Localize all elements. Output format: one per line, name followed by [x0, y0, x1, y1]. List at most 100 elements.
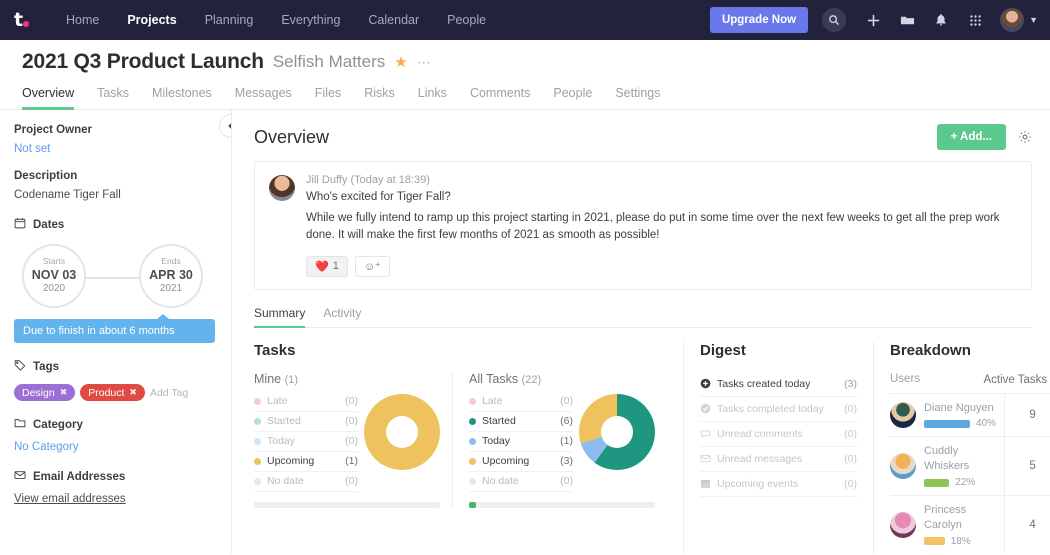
envelope-icon — [700, 453, 711, 464]
sidebar-section-dates: Dates Starts NOV 03 2020 Ends APR 30 202… — [14, 216, 215, 343]
table-row[interactable]: Princess Carolyn 18% 4 — [890, 495, 1050, 554]
top-nav-link-planning[interactable]: Planning — [191, 0, 268, 40]
tab-files[interactable]: Files — [315, 86, 355, 109]
category-value[interactable]: No Category — [14, 441, 215, 453]
plus-icon[interactable] — [856, 3, 890, 37]
top-nav-links: Home Projects Planning Everything Calendar Pe… — [52, 0, 500, 40]
message-heading: Who's excited for Tiger Fall? — [306, 191, 451, 203]
subtab-summary[interactable]: Summary — [254, 306, 306, 328]
project-company-name: Selfish Matters — [272, 52, 386, 71]
remove-tag-icon[interactable]: ✖ — [60, 387, 68, 398]
start-year: 2020 — [42, 283, 66, 295]
breakdown-user-name: Princess Carolyn — [924, 504, 967, 531]
user-avatar[interactable] — [1000, 8, 1025, 32]
top-nav-link-calendar[interactable]: Calendar — [354, 0, 433, 40]
top-nav-link-everything[interactable]: Everything — [267, 0, 354, 40]
legend-item-today[interactable]: Today (0) — [254, 432, 358, 452]
digest-list: Tasks created today (3) Tasks completed to… — [700, 372, 857, 497]
sidebar-section-email: Email Addresses View email addresses — [14, 468, 215, 505]
message-timestamp: (Today at 18:39) — [350, 174, 430, 186]
bell-icon[interactable] — [924, 3, 958, 37]
legend-dot-icon — [469, 477, 476, 485]
tab-tasks[interactable]: Tasks — [97, 86, 143, 109]
add-reaction-button[interactable]: ☺⁺ — [354, 255, 390, 277]
legend-item-no-date[interactable]: No date (0) — [469, 472, 573, 492]
chevron-down-icon[interactable]: ▼ — [1029, 15, 1038, 25]
search-icon[interactable] — [822, 8, 847, 32]
view-email-addresses-link[interactable]: View email addresses — [14, 493, 215, 505]
donut-chart — [579, 393, 655, 470]
legend-item-no-date[interactable]: No date (0) — [254, 472, 358, 492]
dates-label: Dates — [33, 219, 65, 231]
tab-settings[interactable]: Settings — [615, 86, 674, 109]
sidebar-collapse-button[interactable] — [219, 114, 231, 138]
breakdown-user-cell: Cuddly Whiskers 22% — [890, 437, 1004, 495]
tag-product[interactable]: Product ✖ — [80, 384, 145, 401]
task-chart-title: Mine — [254, 371, 282, 386]
upgrade-now-button[interactable]: Upgrade Now — [709, 7, 809, 33]
star-icon[interactable]: ★ — [394, 53, 407, 71]
breakdown-progress: 40% — [924, 418, 996, 429]
description-value: Codename Tiger Fall — [14, 189, 121, 201]
tag-label: Design — [22, 386, 55, 399]
legend-item-upcoming[interactable]: Upcoming (3) — [469, 452, 573, 472]
subtab-activity[interactable]: Activity — [323, 306, 361, 327]
folder-icon[interactable] — [890, 3, 924, 37]
task-columns: Mine (1) Late (0) Started (0) Today (0) Upcomin… — [254, 371, 667, 508]
start-date-circle[interactable]: Starts NOV 03 2020 — [22, 244, 86, 308]
tab-risks[interactable]: Risks — [364, 86, 409, 109]
project-header: 2021 Q3 Product Launch Selfish Matters ★… — [0, 40, 1050, 74]
digest-row-tasks-created-today[interactable]: Tasks created today (3) — [700, 372, 857, 397]
task-chart-all-tasks: All Tasks (22) Late (0) Started (6) Today (1) U… — [452, 371, 667, 508]
more-options-icon[interactable]: ⋯ — [417, 54, 432, 71]
start-caption: Starts — [42, 256, 66, 267]
legend-count: (6) — [560, 415, 573, 427]
digest-row-upcoming-events[interactable]: Upcoming events (0) — [700, 472, 857, 497]
digest-row-unread-messages[interactable]: Unread messages (0) — [700, 447, 857, 472]
tab-milestones[interactable]: Milestones — [152, 86, 226, 109]
remove-tag-icon[interactable]: ✖ — [129, 387, 137, 398]
digest-row-unread-comments[interactable]: Unread comments (0) — [700, 422, 857, 447]
breakdown-percent: 40% — [976, 418, 997, 430]
add-button[interactable]: + Add... — [936, 124, 1006, 150]
legend-item-started[interactable]: Started (0) — [254, 412, 358, 432]
project-owner-value[interactable]: Not set — [14, 143, 215, 155]
digest-row-tasks-completed-today[interactable]: Tasks completed today (0) — [700, 397, 857, 422]
end-date-circle[interactable]: Ends APR 30 2021 — [139, 244, 203, 308]
legend-item-late[interactable]: Late (0) — [469, 392, 573, 412]
due-status-bar: Due to finish in about 6 months — [14, 314, 215, 343]
tag-design[interactable]: Design ✖ — [14, 384, 76, 401]
legend-item-upcoming[interactable]: Upcoming (1) — [254, 452, 358, 472]
message-meta: Jill Duffy (Today at 18:39) — [306, 174, 1017, 186]
project-sidebar: Project Owner Not set Description Codena… — [0, 110, 232, 554]
legend-item-today[interactable]: Today (1) — [469, 432, 573, 452]
legend-item-started[interactable]: Started (6) — [469, 412, 573, 432]
add-tag-button[interactable]: Add Tag — [150, 387, 188, 399]
message-body: While we fully intend to ramp up this pr… — [306, 212, 1000, 242]
breakdown-percent: 22% — [955, 477, 976, 489]
legend-dot-icon — [254, 457, 261, 465]
heart-reaction-button[interactable]: ❤️ 1 — [306, 255, 348, 277]
breakdown-sort-control[interactable]: Active Tasks ⌄ — [983, 372, 1050, 386]
legend-label: Today — [267, 435, 296, 447]
tab-people[interactable]: People — [553, 86, 606, 109]
top-nav-link-projects[interactable]: Projects — [113, 0, 190, 40]
tab-links[interactable]: Links — [418, 86, 461, 109]
top-nav-link-people[interactable]: People — [433, 0, 500, 40]
gear-icon[interactable] — [1018, 130, 1032, 144]
plus-circle-icon — [700, 378, 711, 389]
end-caption: Ends — [161, 256, 181, 267]
legend-item-late[interactable]: Late (0) — [254, 392, 358, 412]
teamwork-logo[interactable]: t — [14, 8, 42, 32]
legend-count: (1) — [345, 455, 358, 467]
table-row[interactable]: Cuddly Whiskers 22% 5 — [890, 436, 1050, 496]
summary-activity-tabs: Summary Activity — [254, 306, 1032, 328]
top-nav-link-home[interactable]: Home — [52, 0, 113, 40]
digest-label: Unread messages — [717, 452, 803, 465]
tab-comments[interactable]: Comments — [470, 86, 544, 109]
tab-messages[interactable]: Messages — [235, 86, 306, 109]
tab-overview[interactable]: Overview — [22, 86, 88, 110]
grid-icon[interactable] — [958, 3, 992, 37]
table-row[interactable]: Diane Nguyen 40% 9 — [890, 392, 1050, 437]
breakdown-progress: 18% — [924, 536, 996, 547]
